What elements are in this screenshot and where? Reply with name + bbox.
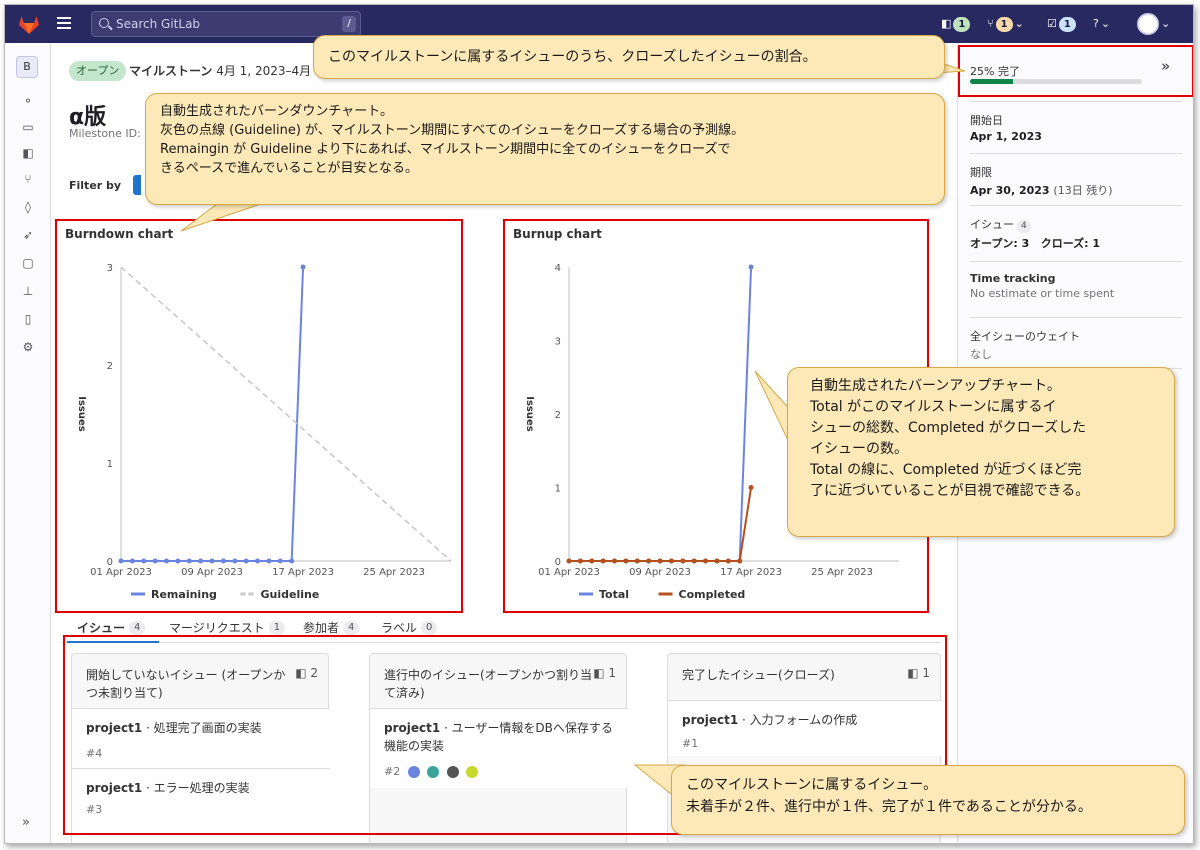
issues-count: 4 — [1017, 220, 1031, 233]
callout-line: 未着手が２件、進行中が１件、完了が１件であることが分かる。 — [686, 799, 1092, 815]
callout-line: このマイルストーンに属するイシュー。 — [686, 777, 938, 793]
time-tracking-section: Time tracking No estimate or time spent — [970, 261, 1182, 317]
callout-line: イシューの数。 — [810, 441, 908, 457]
tab-label: ラベル — [381, 621, 418, 635]
burndown-highlight-box — [55, 219, 463, 613]
tab-participants[interactable]: 参加者 4 — [303, 619, 360, 636]
chevron-down-icon: ⌄ — [1161, 17, 1171, 30]
status-badge: オープン — [69, 61, 127, 81]
search-icon — [99, 18, 109, 28]
issues-section: イシュー 4 オープン: 3 クローズ: 1 — [970, 205, 1182, 261]
callout-line: Remaingin が Guideline より下にあれば、マイルストーン期間中… — [160, 142, 731, 157]
time-tracking-label: Time tracking — [970, 272, 1056, 285]
shield-icon[interactable]: ◊ — [22, 201, 34, 213]
callout-burnup: 自動生成されたバーンアップチャート。 Total がこのマイルストーンに属するイ… — [787, 367, 1175, 537]
start-date-value: Apr 1, 2023 — [970, 130, 1042, 143]
merge-requests-count-badge: 1 — [995, 16, 1013, 32]
gitlab-logo-icon[interactable] — [17, 12, 41, 36]
milestone-meta: マイルストーン 4月 1, 2023–4月 3 — [129, 62, 323, 79]
milestone-type-label: マイルストーン — [129, 64, 213, 78]
weight-section: 全イシューのウェイト なし — [970, 317, 1182, 369]
tab-labels[interactable]: ラベル 0 — [381, 619, 438, 636]
chevron-down-icon: ⌄ — [1100, 17, 1111, 30]
milestone-date-range: 4月 1, 2023–4月 3 — [216, 64, 323, 78]
notes-icon[interactable]: ◧ — [22, 147, 34, 159]
user-menu-button[interactable]: ⌄ — [1137, 13, 1171, 35]
issues-label-text: イシュー — [970, 218, 1014, 231]
start-date-label: 開始日 — [970, 114, 1003, 127]
due-date-section: 期限 Apr 30, 2023 (13日 残り) — [970, 153, 1182, 205]
analytics-icon[interactable]: ⊥ — [22, 285, 34, 297]
tab-merge-requests[interactable]: マージリクエスト 1 — [169, 619, 286, 636]
user-avatar — [1137, 13, 1159, 35]
callout-progress: このマイルストーンに属するイシューのうち、クローズしたイシューの割合。 — [313, 35, 945, 79]
screenshot-frame: Search GitLab / ◧ 1 ⑂ 1 ⌄ ☑ 1 ? ⌄ ⌄ B ⚬ … — [4, 4, 1194, 844]
milestone-id: Milestone ID: — [69, 127, 141, 140]
todo-check-icon: ☑ — [1047, 17, 1057, 30]
tab-count: 4 — [129, 620, 146, 635]
due-date: Apr 30, 2023 — [970, 184, 1050, 197]
todos-count-badge: 1 — [1058, 16, 1076, 32]
help-icon: ? — [1093, 17, 1099, 30]
due-date-value: Apr 30, 2023 (13日 残り) — [970, 182, 1182, 198]
issues-nav-button[interactable]: ◧ 1 — [941, 14, 971, 34]
issues-open: オープン: 3 — [970, 237, 1030, 250]
search-placeholder: Search GitLab — [116, 17, 201, 31]
callout-line: 自動生成されたバーンダウンチャート。 — [160, 104, 393, 119]
wiki-icon[interactable]: ▯ — [22, 313, 34, 325]
callout-board: このマイルストーンに属するイシュー。 未着手が２件、進行中が１件、完了が１件であ… — [671, 765, 1185, 835]
collapse-sidebar-icon[interactable]: » — [22, 815, 30, 830]
tab-issues[interactable]: イシュー 4 — [77, 619, 146, 636]
todos-nav-button[interactable]: ☑ 1 — [1047, 14, 1076, 34]
tab-label: 参加者 — [303, 621, 340, 635]
issues-closed: クローズ: 1 — [1040, 237, 1101, 250]
tab-count: 4 — [343, 620, 360, 635]
settings-gear-icon[interactable]: ⚙ — [22, 341, 34, 353]
repository-icon[interactable]: ⚬ — [22, 95, 34, 107]
merge-request-icon: ⑂ — [987, 17, 994, 30]
menu-icon[interactable] — [57, 17, 71, 29]
tab-label: マージリクエスト — [169, 621, 265, 635]
tab-count: 1 — [268, 620, 286, 635]
help-nav-button[interactable]: ? ⌄ — [1093, 14, 1110, 34]
search-input[interactable]: Search GitLab / — [91, 11, 361, 37]
weight-label: 全イシューのウェイト — [970, 330, 1080, 343]
callout-line: 了に近づいていることが目視で確認できる。 — [810, 483, 1090, 499]
tab-label: イシュー — [77, 621, 126, 635]
left-sidebar: B ⚬ ▭ ◧ ⑂ ◊ ➶ ▢ ⊥ ▯ ⚙ » — [5, 43, 51, 843]
callout-line: きるペースで進んでいることが目安となる。 — [160, 161, 419, 176]
package-icon[interactable]: ▢ — [22, 257, 34, 269]
progress-highlight-box — [958, 45, 1193, 97]
issues-count-badge: 1 — [953, 16, 971, 32]
callout-line: 灰色の点線 (Guideline) が、マイルストーン期間にすべてのイシューをク… — [160, 123, 745, 138]
callout-line: Total の線に、Completed が近づくほど完 — [810, 462, 1082, 478]
tab-count: 0 — [421, 620, 438, 635]
merge-request-icon[interactable]: ⑂ — [22, 173, 34, 185]
issues-icon[interactable]: ▭ — [22, 121, 34, 133]
filter-label: Filter by — [69, 179, 122, 192]
callout-line: 自動生成されたバーンアップチャート。 — [810, 378, 1061, 394]
project-avatar[interactable]: B — [16, 56, 38, 78]
filter-button[interactable] — [133, 175, 141, 195]
due-date-label: 期限 — [970, 166, 992, 179]
start-date-section: 開始日 Apr 1, 2023 — [970, 101, 1182, 153]
weight-value: なし — [970, 348, 992, 361]
callout-burndown: 自動生成されたバーンダウンチャート。 灰色の点線 (Guideline) が、マ… — [145, 93, 945, 205]
callout-line: Total がこのマイルストーンに属するイ — [810, 399, 1057, 415]
time-tracking-value: No estimate or time spent — [970, 287, 1115, 300]
due-remaining: (13日 残り) — [1053, 184, 1113, 197]
issues-label: イシュー 4 — [970, 216, 1182, 233]
issues-breakdown: オープン: 3 クローズ: 1 — [970, 235, 1182, 251]
callout-line: シューの総数、Completed がクローズした — [810, 420, 1087, 436]
search-shortcut-key: / — [342, 16, 356, 32]
chevron-down-icon: ⌄ — [1014, 17, 1024, 30]
issues-icon: ◧ — [941, 17, 952, 30]
rocket-icon[interactable]: ➶ — [22, 229, 34, 241]
merge-requests-nav-button[interactable]: ⑂ 1 ⌄ — [987, 14, 1024, 34]
